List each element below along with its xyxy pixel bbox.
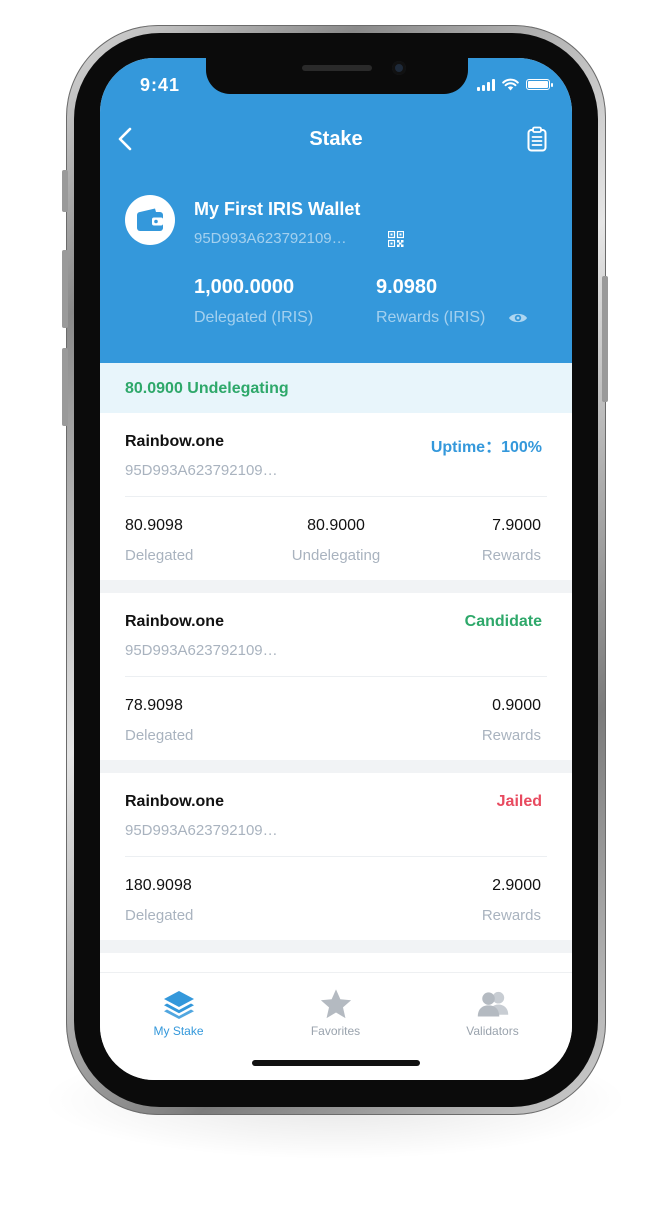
tab-my-stake[interactable]: My Stake [100, 973, 257, 1053]
eye-icon[interactable] [508, 310, 528, 326]
delegated-label: Delegated [125, 907, 194, 924]
rewards-value: 2.9000 [492, 877, 541, 894]
earpiece-speaker [302, 65, 372, 71]
wallet-name: My First IRIS Wallet [194, 199, 361, 219]
rewards-label: Rewards [481, 727, 541, 744]
tab-label: Favorites [310, 1024, 361, 1038]
validator-address: 95D993A623792109… [125, 642, 278, 659]
total-delegated-value: 1,000.0000 [194, 276, 295, 298]
cellular-signal-icon [477, 78, 495, 91]
tab-validators[interactable]: Validators [414, 973, 571, 1053]
divider [125, 856, 547, 857]
validator-address: 95D993A623792109… [125, 462, 278, 479]
wallet-avatar [125, 195, 175, 245]
total-rewards-label: Rewards (IRIS) [376, 309, 486, 326]
validator-name: Rainbow.one [125, 793, 224, 810]
front-camera [392, 61, 406, 75]
wallet-address: 95D993A623792109… [194, 230, 347, 247]
validator-name: Rainbow.one [125, 433, 224, 450]
rewards-value: 0.9000 [492, 697, 541, 714]
validator-uptime: Uptime：100% [430, 439, 542, 456]
validator-address: 95D993A623792109… [125, 822, 278, 839]
tab-favorites[interactable]: Favorites [257, 973, 414, 1053]
validator-status-badge: Jailed [496, 793, 542, 810]
volume-up-button [62, 250, 68, 328]
battery-icon [526, 79, 553, 90]
status-icons [477, 78, 553, 91]
undelegating-total: 80.0900 Undelegating [125, 380, 289, 397]
total-delegated-label: Delegated (IRIS) [194, 309, 314, 326]
divider [125, 676, 547, 677]
wallet-header: 9:41 Stake My First IRIS Wallet 95D993A6… [100, 58, 572, 363]
validator-name: Rainbow.one [125, 613, 224, 630]
delegated-label: Delegated [125, 727, 194, 744]
rewards-value: 7.9000 [492, 517, 541, 534]
undelegating-banner[interactable]: 80.0900 Undelegating [100, 363, 572, 413]
validator-card[interactable]: Rainbow.one Candidate 95D993A623792109… … [100, 593, 572, 760]
layers-icon [162, 987, 196, 1021]
total-rewards-value: 9.0980 [376, 276, 438, 298]
records-button[interactable] [522, 124, 552, 154]
delegated-value: 180.9098 [125, 877, 192, 894]
clipboard-icon [527, 126, 547, 152]
home-indicator [252, 1060, 420, 1066]
wallet-icon [137, 208, 163, 231]
validator-status-badge: Candidate [464, 613, 542, 630]
delegated-value: 78.9098 [125, 697, 183, 714]
validator-card[interactable]: Rainbow.one Uptime：100% 95D993A623792109… [100, 413, 572, 580]
validator-card[interactable]: Rainbow.one Jailed 95D993A623792109… 180… [100, 773, 572, 940]
users-icon [476, 987, 510, 1021]
power-button [602, 276, 608, 402]
tab-label: Validators [466, 1024, 519, 1038]
divider [125, 496, 547, 497]
tab-bar: My Stake Favorites Validators [100, 972, 572, 1080]
rewards-label: Rewards [481, 907, 541, 924]
mute-switch [62, 170, 68, 212]
star-icon [319, 987, 353, 1021]
notch [206, 58, 468, 94]
qr-code-icon[interactable] [387, 230, 405, 248]
volume-down-button [62, 348, 68, 426]
status-time: 9:41 [140, 75, 181, 95]
phone-screen: 9:41 Stake My First IRIS Wallet 95D993A6… [100, 58, 572, 1080]
page-title: Stake [309, 128, 363, 150]
wifi-icon [502, 78, 519, 91]
tab-label: My Stake [153, 1024, 204, 1038]
rewards-label: Rewards [481, 547, 541, 564]
